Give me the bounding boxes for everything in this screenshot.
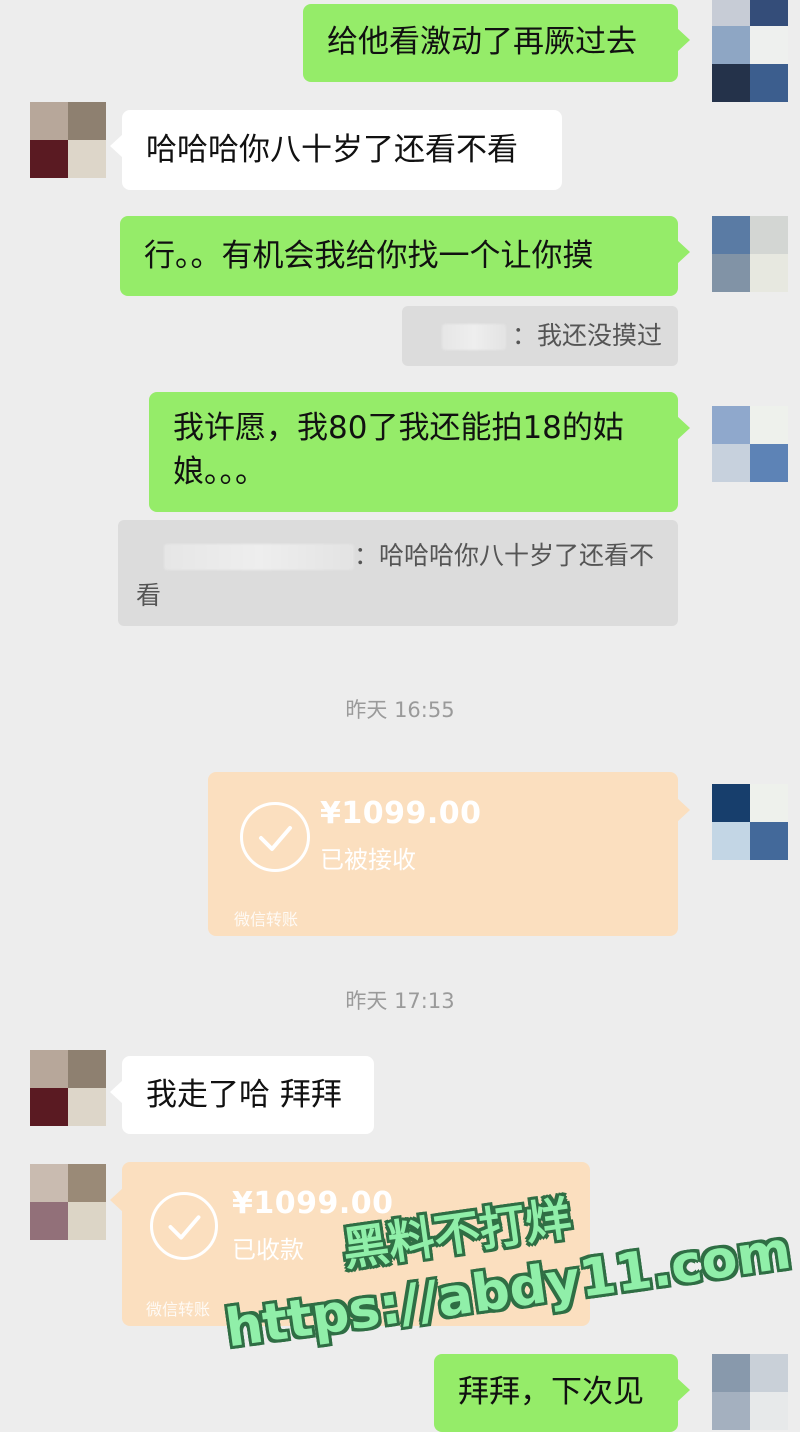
message-bubble-sent[interactable]: 行。。有机会我给你找一个让你摸 — [120, 216, 690, 296]
quoted-reply[interactable]: ：我还没摸过 — [402, 306, 678, 366]
transfer-card-sent[interactable]: ¥1099.00 已被接收 微信转账 — [208, 772, 690, 936]
message-text: 我走了哈 拜拜 — [146, 1077, 342, 1113]
timestamp: 昨天 16:55 — [345, 698, 455, 722]
message-bubble-sent[interactable]: 拜拜，下次见 — [434, 1354, 690, 1432]
message-bubble-received[interactable]: 哈哈哈你八十岁了还看不看 — [110, 110, 562, 190]
message-bubble-sent[interactable]: 给他看激动了再厥过去 — [303, 4, 690, 82]
my-avatar[interactable] — [712, 784, 788, 860]
quoted-text: ：哈哈哈你八十岁了还看不 — [353, 541, 654, 570]
my-avatar[interactable] — [712, 406, 788, 482]
transfer-label: 微信转账 — [146, 1300, 211, 1319]
message-text: 娘。。。 — [173, 454, 266, 490]
message-text: 行。。有机会我给你找一个让你摸 — [144, 238, 594, 274]
quoted-reply[interactable]: ：哈哈哈你八十岁了还看不 看 — [118, 520, 678, 626]
quoted-sender-name — [163, 544, 354, 570]
message-bubble-received[interactable]: 我走了哈 拜拜 — [110, 1056, 374, 1134]
message-text: 我许愿，我80了我还能拍18的姑 — [173, 410, 624, 446]
transfer-amount: ¥1099.00 — [320, 796, 482, 831]
transfer-status: 已被接收 — [320, 846, 416, 874]
my-avatar[interactable] — [712, 0, 788, 102]
quoted-text: ：我还没摸过 — [511, 321, 662, 350]
message-bubble-sent[interactable]: 我许愿，我80了我还能拍18的姑 娘。。。 — [149, 392, 690, 512]
quoted-sender-name — [441, 324, 506, 350]
checkmark-icon — [150, 1192, 218, 1260]
my-avatar[interactable] — [712, 1354, 788, 1430]
friend-avatar[interactable] — [30, 1050, 106, 1126]
quoted-text: 看 — [136, 581, 162, 610]
message-text: 哈哈哈你八十岁了还看不看 — [146, 132, 518, 168]
checkmark-icon — [240, 802, 310, 872]
chat-screen: { "messages": { "m1": "给他看激动了再厥过去", "m2"… — [0, 0, 800, 1432]
friend-avatar[interactable] — [30, 102, 106, 178]
timestamp: 昨天 17:13 — [345, 989, 455, 1013]
message-text: 拜拜，下次见 — [458, 1374, 644, 1410]
transfer-status: 已收款 — [232, 1236, 304, 1264]
my-avatar[interactable] — [712, 216, 788, 292]
friend-avatar[interactable] — [30, 1164, 106, 1240]
message-text: 给他看激动了再厥过去 — [327, 24, 637, 60]
transfer-label: 微信转账 — [234, 910, 299, 929]
